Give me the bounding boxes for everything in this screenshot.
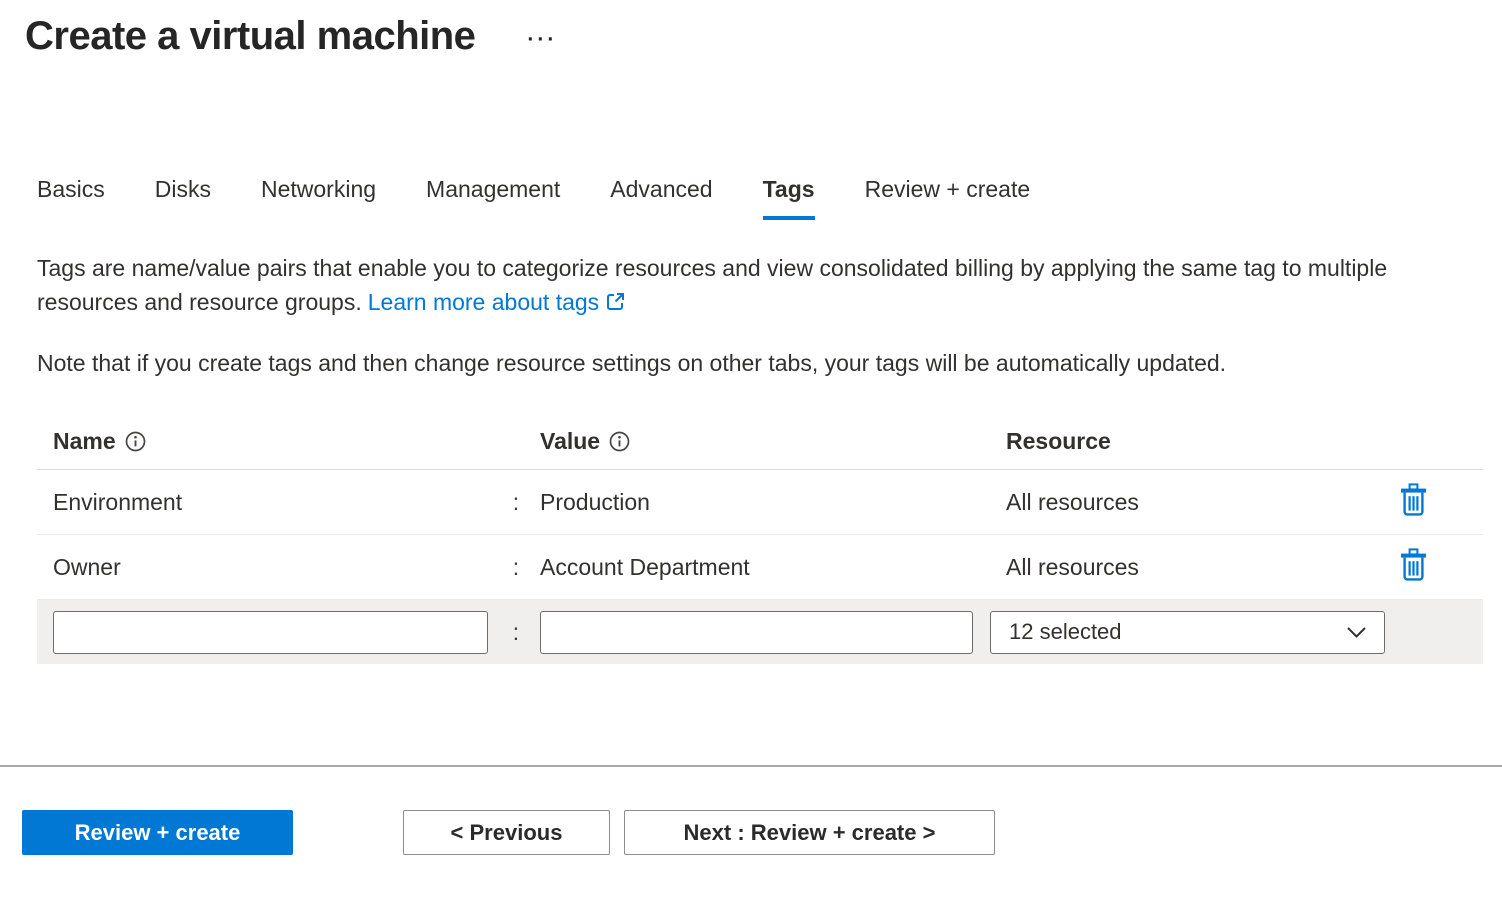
- new-tag-value-input[interactable]: [540, 611, 973, 654]
- tab-tags[interactable]: Tags: [763, 176, 815, 220]
- resource-header-label: Resource: [1006, 428, 1111, 455]
- tag-row-environment: Environment : Production All resources: [37, 470, 1483, 535]
- tab-basics[interactable]: Basics: [37, 176, 105, 220]
- resource-dropdown-value: 12 selected: [1009, 619, 1122, 645]
- info-icon[interactable]: [609, 431, 630, 452]
- footer-bar: Review + create < Previous Next : Review…: [22, 810, 1502, 855]
- new-tag-resource-cell: 12 selected: [990, 611, 1390, 654]
- column-header-name: Name: [37, 428, 500, 455]
- learn-more-label: Learn more about tags: [368, 289, 599, 315]
- new-tag-name-input[interactable]: [53, 611, 488, 654]
- new-tag-name-cell: [37, 611, 500, 654]
- review-create-button[interactable]: Review + create: [22, 810, 293, 855]
- tags-description-text: Tags are name/value pairs that enable yo…: [37, 255, 1387, 315]
- tag-name: Environment: [37, 489, 500, 516]
- trash-icon: [1400, 548, 1427, 581]
- tab-review-create[interactable]: Review + create: [865, 176, 1031, 220]
- more-options-icon[interactable]: ···: [527, 29, 557, 50]
- tag-resource: All resources: [990, 554, 1390, 581]
- new-tag-value-cell: [532, 611, 990, 654]
- tag-resource: All resources: [990, 489, 1390, 516]
- column-header-resource: Resource: [990, 428, 1390, 455]
- tags-table: Name Value Resource Environment : Produc…: [37, 414, 1483, 664]
- info-icon[interactable]: [125, 431, 146, 452]
- tab-disks[interactable]: Disks: [155, 176, 211, 220]
- resource-dropdown[interactable]: 12 selected: [990, 611, 1385, 654]
- name-header-label: Name: [53, 428, 116, 455]
- separator-colon: :: [500, 619, 532, 646]
- new-tag-row: : 12 selected: [37, 600, 1483, 664]
- page-header: Create a virtual machine ···: [0, 0, 1502, 59]
- tag-value: Account Department: [532, 554, 990, 581]
- tags-note: Note that if you create tags and then ch…: [37, 346, 1465, 380]
- tab-management[interactable]: Management: [426, 176, 560, 220]
- tags-table-header: Name Value Resource: [37, 414, 1483, 470]
- page-title: Create a virtual machine: [25, 14, 475, 59]
- value-header-label: Value: [540, 428, 600, 455]
- tab-networking[interactable]: Networking: [261, 176, 376, 220]
- previous-button[interactable]: < Previous: [403, 810, 610, 855]
- tag-name: Owner: [37, 554, 500, 581]
- delete-tag-button[interactable]: [1400, 483, 1427, 516]
- tab-advanced[interactable]: Advanced: [610, 176, 712, 220]
- chevron-down-icon: [1347, 627, 1366, 638]
- next-button[interactable]: Next : Review + create >: [624, 810, 995, 855]
- tag-row-owner: Owner : Account Department All resources: [37, 535, 1483, 600]
- learn-more-link[interactable]: Learn more about tags: [368, 289, 626, 315]
- footer-divider: [0, 765, 1502, 767]
- tab-bar: Basics Disks Networking Management Advan…: [37, 176, 1502, 220]
- external-link-icon: [605, 291, 626, 312]
- trash-icon: [1400, 483, 1427, 516]
- delete-tag-button[interactable]: [1400, 548, 1427, 581]
- separator-colon: :: [500, 554, 532, 581]
- create-vm-page: Create a virtual machine ··· Basics Disk…: [0, 0, 1502, 855]
- tags-description: Tags are name/value pairs that enable yo…: [37, 251, 1465, 319]
- separator-colon: :: [500, 489, 532, 516]
- column-header-value: Value: [532, 428, 990, 455]
- tag-value: Production: [532, 489, 990, 516]
